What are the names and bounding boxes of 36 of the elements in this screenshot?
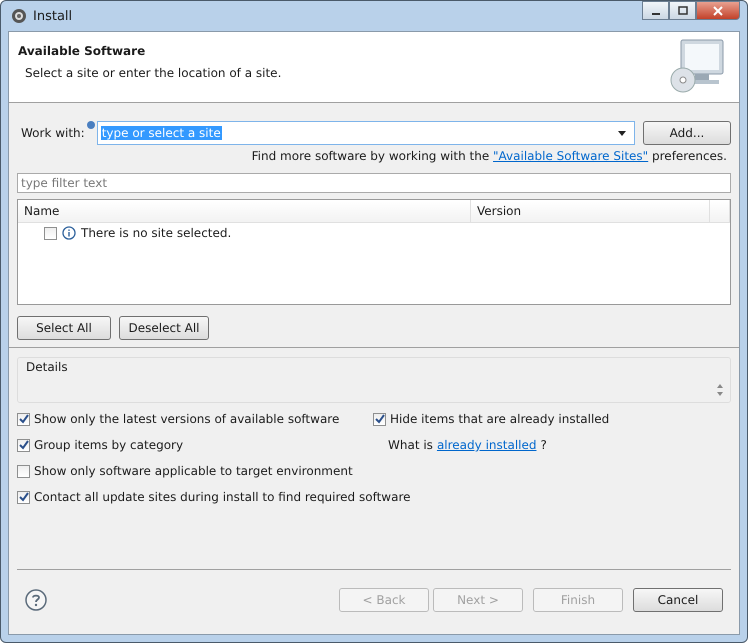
filter-field[interactable]: type filter text: [17, 173, 731, 193]
already-installed-link[interactable]: already installed: [436, 438, 536, 452]
wizard-button[interactable]: Cancel: [633, 588, 723, 612]
minimize-icon: [652, 13, 660, 15]
checkbox[interactable]: [44, 226, 57, 240]
maximize-button[interactable]: [669, 1, 696, 20]
window-title: Install: [33, 8, 72, 24]
checkmark-icon: [18, 492, 28, 502]
scroll-arrows-icon[interactable]: [716, 382, 724, 398]
page-title: Available Software: [18, 44, 146, 58]
maximize-icon: [678, 6, 688, 16]
help-icon[interactable]: [25, 589, 47, 611]
close-button[interactable]: [696, 1, 740, 20]
checkmark-icon: [374, 414, 384, 424]
option-checkbox[interactable]: Group items by category: [17, 437, 373, 453]
page-description: Select a site or enter the location of a site.: [24, 66, 282, 80]
table-cell: There is no site selected.: [81, 226, 232, 240]
close-icon: [713, 6, 723, 16]
option-checkbox[interactable]: Hide items that are already installed: [373, 411, 731, 427]
column-header[interactable]: Name: [18, 200, 471, 222]
option-checkbox[interactable]: Show only the latest versions of available software: [17, 411, 373, 427]
available-sites-link[interactable]: "Available Software Sites": [493, 149, 648, 163]
checkmark-icon: [18, 440, 28, 450]
more-software-text: Find more software by working with the "Available Software Sites" preferences.: [252, 149, 727, 163]
column-header[interactable]: Version: [471, 200, 710, 222]
dropdown-arrow-icon: [618, 130, 626, 136]
installed-note: What is already installed ?: [387, 437, 548, 453]
option-checkbox[interactable]: Contact all update sites during install to find required software: [17, 489, 731, 505]
checkmark-icon: [18, 414, 28, 424]
details-label: Details: [26, 360, 68, 374]
add-button[interactable]: Add...: [643, 121, 731, 145]
option-checkbox[interactable]: Show only software applicable to target environment: [17, 463, 731, 479]
deselect-all-button[interactable]: Deselect All: [119, 316, 209, 340]
select-all-button[interactable]: Select All: [17, 316, 111, 340]
minimize-button[interactable]: [642, 1, 669, 20]
work-with-label: Work with:: [21, 126, 85, 140]
